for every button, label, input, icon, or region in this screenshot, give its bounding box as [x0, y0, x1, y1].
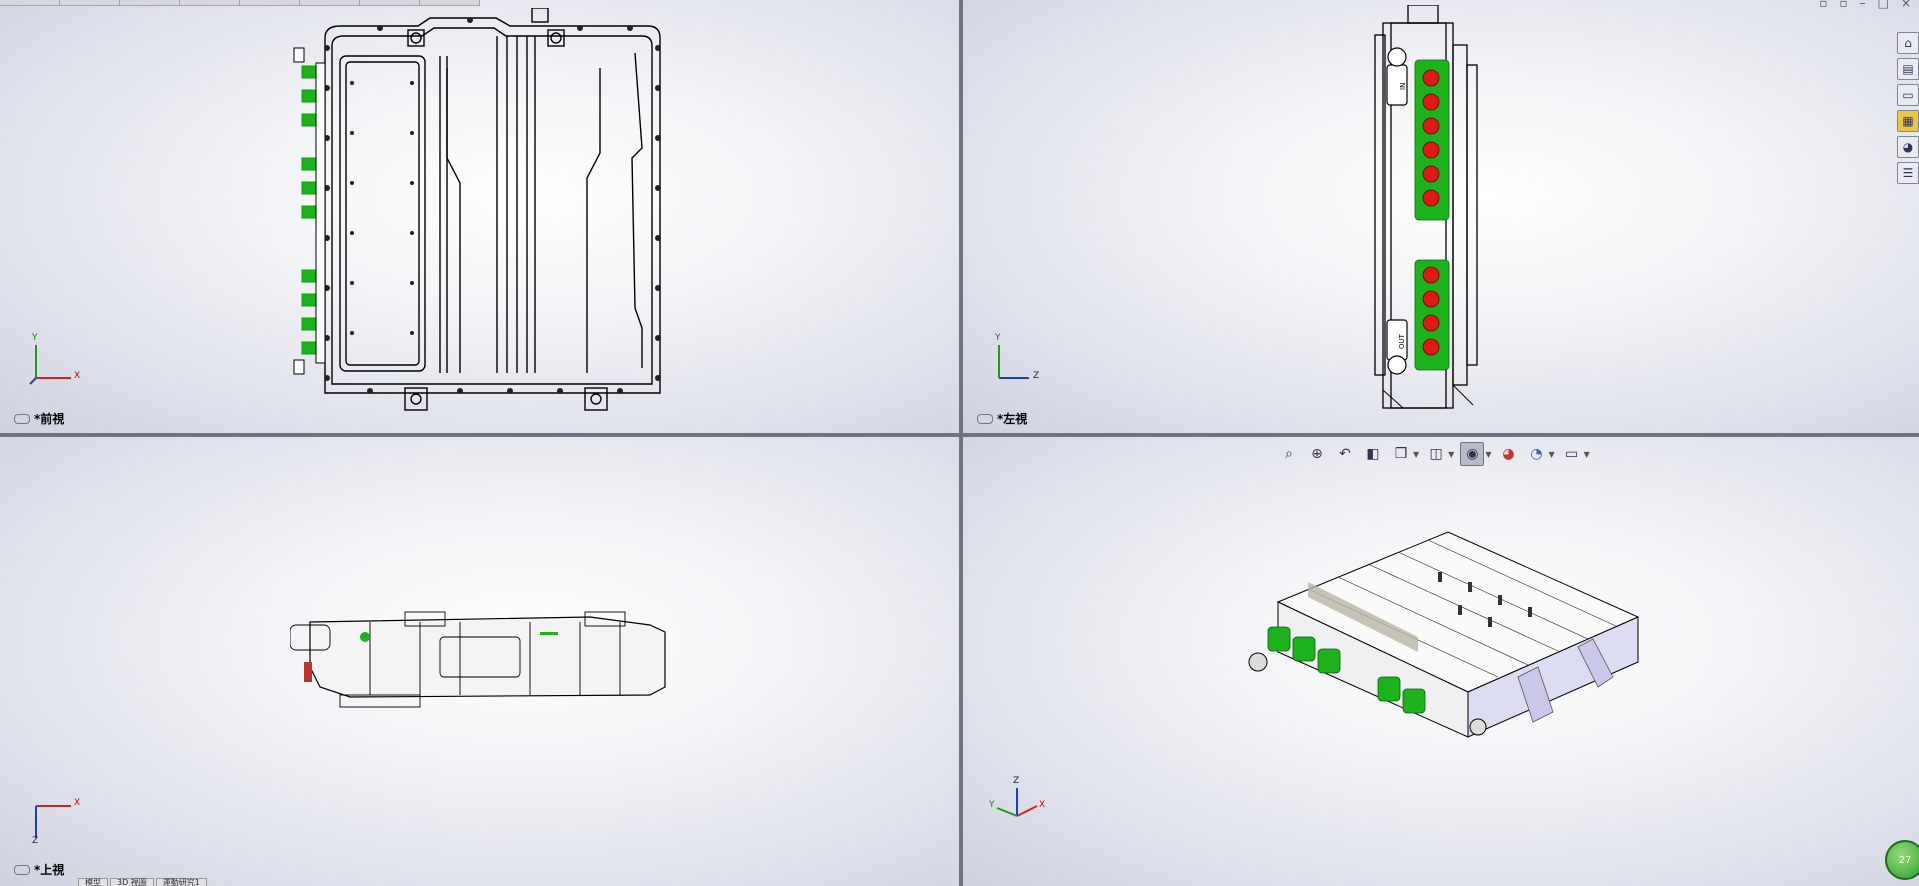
tab-model[interactable]: 模型	[78, 878, 108, 886]
section-view-icon[interactable]: ◧	[1362, 443, 1384, 465]
close-icon[interactable]: ×	[1901, 0, 1911, 10]
triad-axis-h-label: X	[1039, 800, 1046, 810]
axis-triad: X Z	[26, 786, 86, 846]
isometric-view-model[interactable]	[1238, 527, 1658, 767]
tab-3d-views[interactable]: 3D 視圖	[110, 878, 154, 886]
out-connector-label: OUT	[1398, 333, 1406, 349]
appearances-icon[interactable]: ◕	[1897, 136, 1919, 158]
in-connector-label: IN	[1399, 83, 1407, 90]
dropdown-caret-icon[interactable]: ▼	[1485, 450, 1491, 459]
dropdown-caret-icon[interactable]: ▼	[1448, 450, 1454, 459]
maximize-icon[interactable]: □	[1878, 0, 1889, 10]
view-orientation-icon[interactable]: ❒	[1390, 443, 1412, 465]
axis-triad: X Z Y	[989, 776, 1049, 836]
dropdown-caret-icon[interactable]: ▼	[1584, 450, 1590, 459]
zoom-to-fit-icon[interactable]: ⌕	[1278, 443, 1300, 465]
link-views-icon[interactable]	[14, 864, 30, 875]
model-tabs: 模型 3D 視圖 運動研究1	[78, 878, 207, 886]
restore-icon[interactable]: ▫	[1819, 0, 1827, 10]
tab-motion-study[interactable]: 運動研究1	[155, 878, 207, 886]
triad-axis-v-label: Y	[32, 333, 38, 343]
edit-appearance-icon[interactable]: ◕	[1497, 443, 1519, 465]
triad-axis-v-label: Z	[1013, 776, 1020, 786]
display-style-icon[interactable]: ◫	[1425, 443, 1447, 465]
link-views-icon[interactable]	[977, 413, 993, 424]
triad-axis-v-label: Y	[995, 333, 1001, 343]
axis-triad: Z Y	[989, 333, 1049, 393]
home-icon[interactable]: ⌂	[1897, 32, 1919, 54]
top-tabs-strip	[0, 0, 480, 6]
triad-axis-h-label: X	[74, 371, 81, 381]
viewport-left[interactable]: ▫ ▫ – □ × IN OUT ⌂ ▤ ▭ ▦ ◕ ☰ Z Y *左視	[963, 0, 1919, 433]
triad-axis-h-label: X	[74, 798, 81, 808]
viewport-label-text: *左視	[997, 412, 1028, 426]
zoom-to-area-icon[interactable]: ⊕	[1306, 443, 1328, 465]
viewport-label-text: *上視	[34, 863, 65, 877]
viewport-isometric[interactable]: ⌕ ⊕ ↶ ◧ ❒ ▼ ◫ ▼ ◉ ▼ ◕ ◔ ▼ ▭ ▼ X Z Y 27	[963, 437, 1919, 886]
hide-show-items-icon[interactable]: ◉	[1460, 442, 1485, 466]
triad-axis-d-label: Y	[989, 800, 995, 810]
link-views-icon[interactable]	[14, 413, 30, 424]
dropdown-caret-icon[interactable]: ▼	[1413, 450, 1419, 459]
axis-triad: X Y	[26, 333, 86, 393]
front-view-model[interactable]	[280, 8, 680, 418]
triad-axis-h-label: Z	[1033, 371, 1040, 381]
previous-view-icon[interactable]: ↶	[1334, 443, 1356, 465]
dropdown-caret-icon[interactable]: ▼	[1548, 450, 1554, 459]
viewport-label-text: *前視	[34, 412, 65, 426]
top-view-model[interactable]	[290, 607, 670, 717]
viewport-front[interactable]: X Y *前視	[0, 0, 959, 433]
custom-properties-icon[interactable]: ☰	[1897, 162, 1919, 184]
file-explorer-icon[interactable]: ▭	[1897, 84, 1919, 106]
viewport-label: *前視	[14, 410, 64, 427]
task-pane-bar: ⌂ ▤ ▭ ▦ ◕ ☰	[1895, 32, 1919, 184]
heads-up-view-toolbar: ⌕ ⊕ ↶ ◧ ❒ ▼ ◫ ▼ ◉ ▼ ◕ ◔ ▼ ▭ ▼	[1278, 442, 1590, 466]
apply-scene-icon[interactable]: ◔	[1525, 443, 1547, 465]
parts-library-icon[interactable]: ▤	[1897, 58, 1919, 80]
left-view-model[interactable]: IN OUT	[1373, 5, 1493, 415]
minimize-icon[interactable]: –	[1860, 0, 1866, 10]
window-controls: ▫ ▫ – □ ×	[1819, 0, 1911, 10]
view-palette-icon[interactable]: ▦	[1897, 110, 1919, 132]
zoom-indicator-badge[interactable]: 27	[1885, 840, 1919, 880]
viewport-top[interactable]: X Z *上視 模型 3D 視圖 運動研究1	[0, 437, 959, 886]
viewport-label: *上視	[14, 861, 64, 878]
view-settings-icon[interactable]: ▭	[1561, 443, 1583, 465]
triad-axis-v-label: Z	[32, 836, 39, 846]
viewport-label: *左視	[977, 410, 1027, 427]
restore-icon-2[interactable]: ▫	[1839, 0, 1847, 10]
